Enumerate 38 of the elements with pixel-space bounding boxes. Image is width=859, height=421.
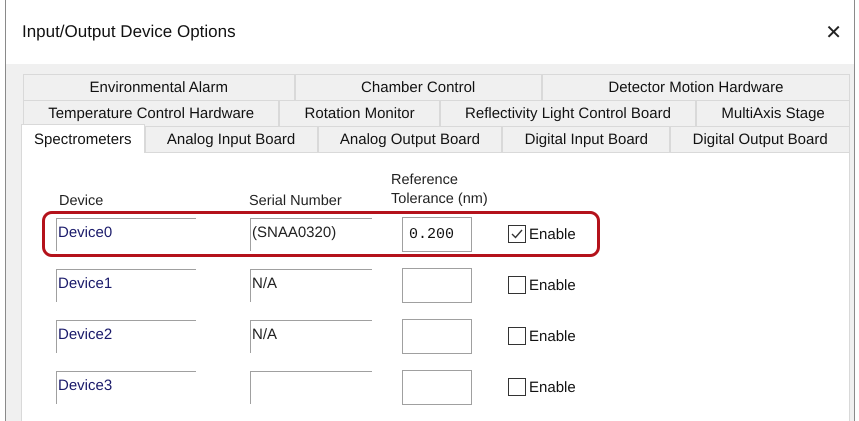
- serial-field[interactable]: N/A: [250, 320, 372, 352]
- tab[interactable]: Temperature Control Hardware: [23, 100, 280, 126]
- tab[interactable]: Detector Motion Hardware: [542, 74, 850, 100]
- tab[interactable]: Chamber Control: [294, 74, 542, 100]
- enable-label: Enable: [529, 226, 576, 242]
- enable-label: Enable: [529, 378, 576, 396]
- device-field[interactable]: Device3: [56, 370, 196, 404]
- tolerance-field[interactable]: [402, 370, 472, 404]
- tab[interactable]: Analog Output Board: [318, 126, 502, 152]
- checkbox[interactable]: [508, 276, 526, 294]
- serial-field[interactable]: [250, 370, 372, 404]
- serial-field[interactable]: N/A: [250, 268, 372, 302]
- tab[interactable]: Digital Output Board: [670, 126, 850, 152]
- checkmark-icon: [510, 227, 524, 241]
- serial-field[interactable]: (SNAA0320): [250, 218, 372, 250]
- device-field[interactable]: Device1: [56, 268, 196, 302]
- tolerance-field[interactable]: [402, 268, 472, 302]
- checkbox[interactable]: [508, 225, 526, 243]
- tab[interactable]: Digital Input Board: [502, 126, 670, 152]
- tab[interactable]: Analog Input Board: [144, 126, 318, 152]
- device-field[interactable]: Device2: [56, 320, 196, 352]
- checkbox[interactable]: [508, 327, 526, 345]
- tab[interactable]: Rotation Monitor: [279, 100, 440, 126]
- enable-label: Enable: [529, 328, 576, 344]
- checkbox[interactable]: [508, 378, 526, 396]
- column-header: Serial Number: [249, 193, 343, 209]
- tab[interactable]: Spectrometers: [21, 124, 145, 153]
- column-header: Device: [59, 193, 104, 209]
- tab[interactable]: Reflectivity Light Control Board: [440, 100, 696, 126]
- tab[interactable]: Environmental Alarm: [23, 74, 294, 100]
- enable-label: Enable: [529, 276, 576, 294]
- tab[interactable]: MultiAxis Stage: [696, 100, 850, 126]
- tolerance-field[interactable]: 0.200: [402, 216, 472, 252]
- device-field[interactable]: Device0: [56, 218, 196, 250]
- window-title: Input/Output Device Options: [22, 22, 236, 42]
- tolerance-field[interactable]: [402, 318, 472, 354]
- close-button[interactable]: ✕: [817, 16, 850, 48]
- column-header: Reference Tolerance (nm): [391, 171, 489, 209]
